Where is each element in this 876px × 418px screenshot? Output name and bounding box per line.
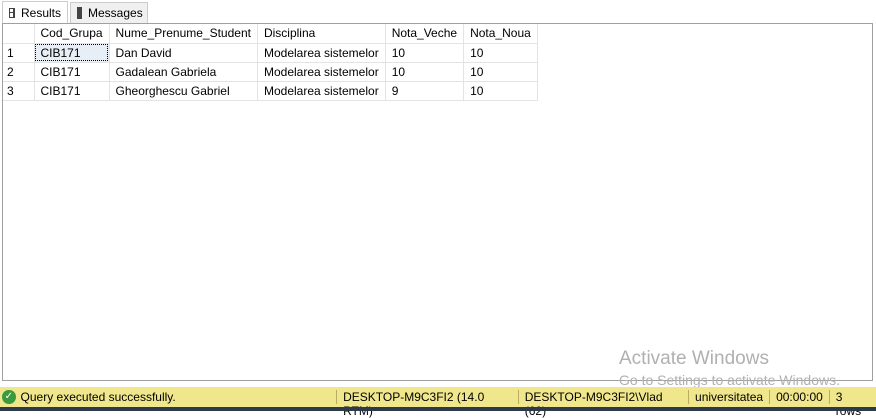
status-user: DESKTOP-M9C3FI2\Vlad (62) — [517, 390, 688, 418]
table-row: 2 CIB171 Gadalean Gabriela Modelarea sis… — [3, 62, 538, 82]
cell[interactable]: Modelarea sistemelor — [257, 62, 386, 82]
results-tabs: Results Messages — [0, 0, 876, 23]
cell[interactable]: CIB171 — [34, 62, 110, 82]
cell[interactable]: CIB171 — [34, 43, 110, 63]
cell[interactable]: Dan David — [109, 43, 258, 63]
success-check-icon: ✓ — [2, 390, 16, 404]
row-number[interactable]: 3 — [3, 81, 35, 101]
messages-icon — [77, 7, 82, 19]
cell[interactable]: 10 — [385, 62, 465, 82]
watermark-subtitle: Go to Settings to activate Windows. — [619, 372, 840, 388]
row-number-header[interactable] — [3, 24, 35, 44]
activate-windows-watermark: Activate Windows Go to Settings to activ… — [619, 348, 840, 388]
cell[interactable]: CIB171 — [34, 81, 110, 101]
cell[interactable]: 10 — [463, 43, 538, 63]
grid-header-row: Cod_Grupa Nume_Prenume_Student Disciplin… — [3, 24, 538, 44]
status-elapsed: 00:00:00 — [769, 390, 829, 404]
column-header[interactable]: Nume_Prenume_Student — [109, 24, 258, 44]
watermark-title: Activate Windows — [619, 348, 769, 369]
cell[interactable]: 10 — [385, 43, 465, 63]
column-header[interactable]: Nota_Veche — [385, 24, 465, 44]
cell[interactable]: 9 — [385, 81, 465, 101]
results-grid[interactable]: Cod_Grupa Nume_Prenume_Student Disciplin… — [2, 23, 873, 381]
column-header[interactable]: Cod_Grupa — [34, 24, 110, 44]
status-rows: 3 rows — [828, 390, 876, 418]
status-server: DESKTOP-M9C3FI2 (14.0 RTM) — [336, 390, 518, 418]
window-bottom-edge — [0, 407, 876, 411]
column-header[interactable]: Nota_Noua — [463, 24, 538, 44]
cell[interactable]: Modelarea sistemelor — [257, 81, 386, 101]
table-row: 1 CIB171 Dan David Modelarea sistemelor … — [3, 43, 538, 63]
table-row: 3 CIB171 Gheorghescu Gabriel Modelarea s… — [3, 81, 538, 101]
cell[interactable]: Gadalean Gabriela — [109, 62, 258, 82]
row-number[interactable]: 1 — [3, 43, 35, 63]
cell[interactable]: 10 — [463, 81, 538, 101]
cell[interactable]: Modelarea sistemelor — [257, 43, 386, 63]
tab-results[interactable]: Results — [2, 1, 68, 23]
status-bar: ✓ Query executed successfully. DESKTOP-M… — [0, 387, 876, 418]
column-header[interactable]: Disciplina — [257, 24, 386, 44]
grid-icon — [9, 7, 15, 18]
cell[interactable]: 10 — [463, 62, 538, 82]
row-number[interactable]: 2 — [3, 62, 35, 82]
tab-messages-label: Messages — [88, 6, 143, 20]
cell[interactable]: Gheorghescu Gabriel — [109, 81, 258, 101]
tab-messages[interactable]: Messages — [70, 2, 148, 23]
status-database: universitatea — [688, 390, 769, 404]
tab-results-label: Results — [20, 5, 61, 20]
status-message: Query executed successfully. — [20, 390, 176, 404]
